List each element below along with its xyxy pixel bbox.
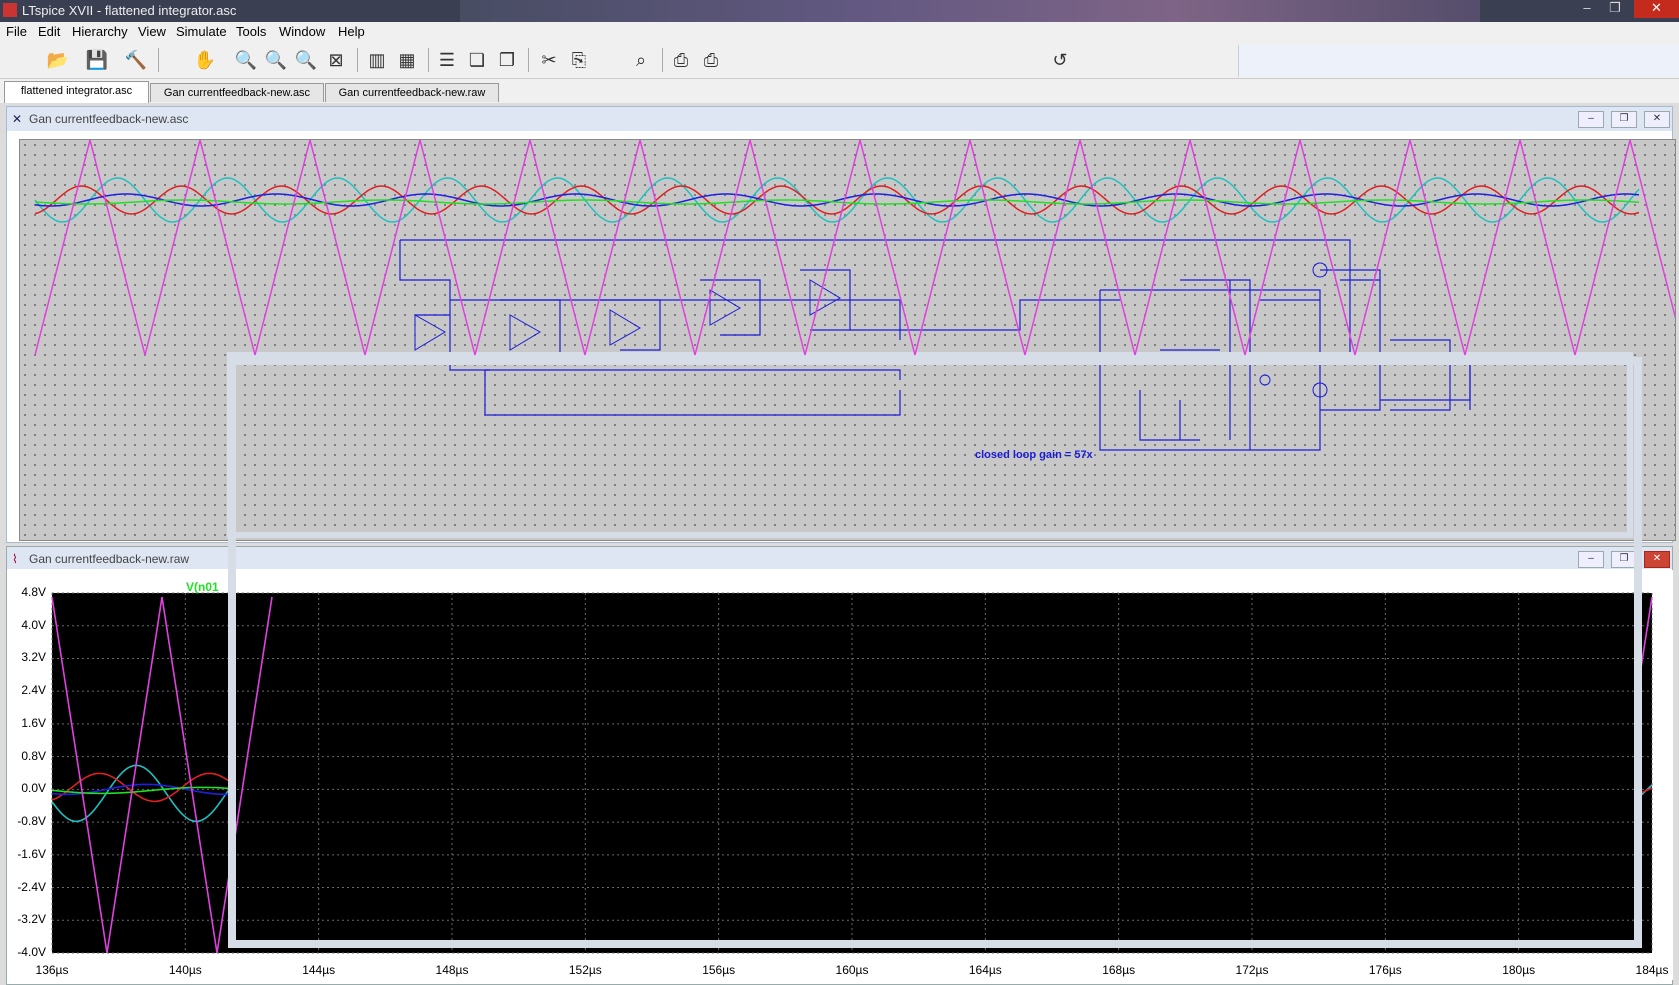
marker-icon[interactable]: ▦	[394, 47, 420, 73]
x-tick-label: 176µs	[1368, 963, 1402, 977]
y-tick-label: -0.8V	[17, 814, 46, 829]
x-tick-label: 152µs	[568, 963, 602, 977]
tab-gan-asc[interactable]: Gan currentfeedback-new.asc	[150, 83, 324, 102]
app-title: LTspice XVII - flattened integrator.asc	[22, 3, 237, 18]
toolbar-separator	[357, 48, 358, 72]
waveform-close-button[interactable]: ✕	[1644, 551, 1670, 568]
x-tick-label: 148µs	[435, 963, 469, 977]
y-tick-label: 0.0V	[21, 781, 46, 796]
tab-flattened-integrator[interactable]: flattened integrator.asc	[4, 81, 149, 103]
zoom-fit-icon[interactable]: ⊠	[323, 47, 349, 73]
waveform-window: ⌇ Gan currentfeedback-new.raw – ❐ ✕	[6, 546, 1673, 985]
waveform-restore-button[interactable]: ❐	[1611, 551, 1637, 568]
undo-icon[interactable]: ↺	[1047, 47, 1073, 73]
open-folder-icon[interactable]: 📂	[45, 47, 71, 73]
zoom-back-icon[interactable]: 🔍	[263, 47, 289, 73]
find-binoculars-icon[interactable]: ⌕	[628, 47, 654, 73]
toolbar-empty-region	[1238, 45, 1679, 77]
schematic-close-button[interactable]: ✕	[1644, 111, 1670, 128]
y-tick-label: 4.8V	[21, 585, 46, 599]
menu-file[interactable]: File	[6, 24, 27, 39]
y-tick-label: 3.2V	[21, 650, 46, 665]
gain-annotation: closed loop gain = 57x	[975, 449, 1093, 461]
control-panel-hammer-icon[interactable]: 🔨	[123, 47, 149, 73]
pan-hand-icon[interactable]: ✋	[192, 47, 218, 73]
schematic-canvas[interactable]: closed loop gain = 57x	[19, 139, 1679, 541]
tile-horizontal-icon[interactable]: ☰	[434, 47, 460, 73]
y-tick-label: -4.0V	[17, 945, 46, 959]
schematic-wires	[399, 239, 1471, 451]
schematic-waveform-overlay	[34, 139, 1679, 356]
tab-gan-raw[interactable]: Gan currentfeedback-new.raw	[325, 83, 499, 102]
app-titlebar: LTspice XVII - flattened integrator.asc …	[0, 0, 1679, 22]
schematic-window-title: Gan currentfeedback-new.asc	[29, 112, 189, 126]
print-icon[interactable]: ⎙	[668, 47, 694, 73]
y-tick-label: 4.0V	[21, 617, 46, 632]
y-tick-label: -3.2V	[17, 912, 46, 927]
mdi-workspace: ✕ Gan currentfeedback-new.asc – ❐ ✕ clos…	[0, 103, 1679, 985]
menu-edit[interactable]: Edit	[38, 24, 60, 39]
zoom-in-icon[interactable]: 🔍	[233, 47, 259, 73]
menu-hierarchy[interactable]: Hierarchy	[72, 24, 128, 39]
schematic-window-header: ✕ Gan currentfeedback-new.asc – ❐ ✕	[7, 107, 1672, 131]
ltspice-app-icon	[3, 3, 17, 17]
background-window-strip	[460, 0, 1480, 22]
copy-icon[interactable]: ⎘	[566, 47, 592, 73]
tile-vertical-icon[interactable]: ❐	[494, 47, 520, 73]
waveform-window-title: Gan currentfeedback-new.raw	[29, 552, 190, 566]
cut-scissors-icon[interactable]: ✂	[536, 47, 562, 73]
x-tick-label: 184µs	[1635, 963, 1669, 977]
menu-simulate[interactable]: Simulate	[176, 24, 227, 39]
x-tick-label: 140µs	[168, 963, 202, 977]
schematic-icon: ✕	[12, 112, 23, 126]
y-tick-label: 0.8V	[21, 748, 46, 763]
toolbar-separator	[428, 48, 429, 72]
y-tick-label: -2.4V	[17, 879, 46, 894]
waveform-minimize-button[interactable]: –	[1578, 551, 1604, 568]
schematic-restore-button[interactable]: ❐	[1611, 111, 1637, 128]
schematic-drawing	[34, 139, 1679, 538]
autorange-icon[interactable]: ▥	[364, 47, 390, 73]
menu-tools[interactable]: Tools	[236, 24, 266, 39]
x-tick-label: 144µs	[302, 963, 336, 977]
menu-view[interactable]: View	[138, 24, 166, 39]
waveform-icon: ⌇	[12, 552, 18, 566]
y-tick-label: -1.6V	[17, 846, 46, 861]
y-tick-label: 2.4V	[21, 683, 46, 698]
menu-window[interactable]: Window	[279, 24, 325, 39]
menu-help[interactable]: Help	[338, 24, 365, 39]
x-tick-label: 164µs	[968, 963, 1002, 977]
trace-label[interactable]: V(n01	[186, 580, 219, 594]
x-tick-label: 168µs	[1102, 963, 1136, 977]
zoom-out-icon[interactable]: 🔍	[293, 47, 319, 73]
waveform-window-header: ⌇ Gan currentfeedback-new.raw – ❐ ✕	[7, 547, 1672, 569]
schematic-minimize-button[interactable]: –	[1578, 111, 1604, 128]
minimize-button[interactable]: –	[1573, 0, 1601, 18]
toolbar-separator	[158, 48, 159, 72]
schematic-window: ✕ Gan currentfeedback-new.asc – ❐ ✕ clos…	[6, 106, 1679, 543]
transistor-symbols	[1259, 262, 1328, 398]
x-tick-label: 180µs	[1502, 963, 1536, 977]
toolbar-separator	[528, 48, 529, 72]
x-tick-label: 172µs	[1235, 963, 1269, 977]
cascade-icon[interactable]: ❏	[464, 47, 490, 73]
toolbar: 📂 💾 🔨 ✋ 🔍 🔍 🔍 ⊠ ▥ ▦ ☰ ❏ ❐ ✂ ⎘ ⌕ ⎙ ⎙ ↺	[0, 42, 1679, 79]
menu-bar: File Edit Hierarchy View Simulate Tools …	[0, 22, 1679, 42]
print-setup-icon[interactable]: ⎙	[698, 47, 724, 73]
x-tick-label: 136µs	[35, 963, 69, 977]
y-tick-label: 1.6V	[21, 715, 46, 730]
toolbar-separator	[662, 48, 663, 72]
save-icon[interactable]: 💾	[84, 47, 110, 73]
document-tabs: flattened integrator.asc Gan currentfeed…	[0, 79, 1679, 103]
x-tick-label: 156µs	[702, 963, 736, 977]
close-button[interactable]: ✕	[1634, 0, 1679, 18]
x-tick-label: 160µs	[835, 963, 869, 977]
maximize-button[interactable]: ❐	[1601, 0, 1629, 18]
